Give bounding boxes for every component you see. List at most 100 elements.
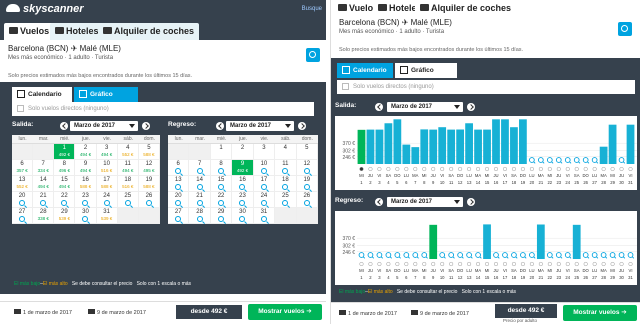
calendar-day[interactable]: 26 xyxy=(296,192,318,208)
calendar-day[interactable]: 15 494 € xyxy=(54,176,76,192)
search-price-icon[interactable] xyxy=(19,200,26,206)
calendar-day[interactable]: 14 xyxy=(189,176,211,192)
search-price-icon[interactable] xyxy=(260,184,267,190)
calendar-day[interactable]: 16 588 € xyxy=(75,176,97,192)
calendar-day[interactable]: 16 xyxy=(232,176,254,192)
search-price-icon[interactable] xyxy=(124,200,131,206)
calendar-day[interactable]: 17 588 € xyxy=(96,176,118,192)
search-price-icon[interactable] xyxy=(239,200,246,206)
prev-month-arrow-icon[interactable] xyxy=(375,103,383,111)
return-month-select[interactable]: Marzo de 2017 xyxy=(226,121,294,131)
tab-car-hire[interactable]: Alquiler de coches xyxy=(415,0,517,17)
search-price-icon[interactable] xyxy=(282,184,289,190)
calendar-day[interactable]: 12 495 € xyxy=(138,160,160,176)
direct-only-filter[interactable]: Solo vuelos directos (ninguno) xyxy=(12,102,314,116)
calendar-day[interactable]: 7 xyxy=(189,160,211,176)
search-price-icon[interactable] xyxy=(218,216,225,222)
calendar-day[interactable]: 18 516 € xyxy=(117,176,139,192)
search-price-icon[interactable] xyxy=(61,200,68,206)
search-button[interactable] xyxy=(618,22,632,36)
prev-month-arrow-icon[interactable] xyxy=(60,122,68,130)
search-price-icon[interactable] xyxy=(19,216,26,222)
outbound-month-select[interactable]: Marzo de 2017 xyxy=(70,121,138,131)
tab-chart[interactable]: Gráfico xyxy=(74,87,138,102)
calendar-day[interactable]: 23 xyxy=(232,192,254,208)
calendar-day[interactable]: 17 xyxy=(253,176,276,192)
calendar-day[interactable]: 20 xyxy=(168,192,190,208)
calendar-day[interactable]: 21 xyxy=(189,192,211,208)
search-price-icon[interactable] xyxy=(175,184,182,190)
tab-calendar[interactable]: Calendario xyxy=(337,63,393,78)
calendar-day[interactable]: 2 xyxy=(232,144,254,160)
show-flights-button[interactable]: Mostrar vuelos ➔ xyxy=(563,305,637,321)
search-price-icon[interactable] xyxy=(103,200,110,206)
search-price-icon[interactable] xyxy=(218,184,225,190)
calendar-day[interactable]: 4 xyxy=(275,144,297,160)
calendar-day[interactable]: 28 338 € xyxy=(33,208,55,224)
tab-hotels[interactable]: Hoteles xyxy=(50,23,104,40)
calendar-day[interactable]: 3 xyxy=(253,144,276,160)
calendar-day[interactable]: 22 xyxy=(54,192,76,208)
next-month-arrow-icon[interactable] xyxy=(467,103,475,111)
search-price-icon[interactable] xyxy=(82,216,89,222)
calendar-day[interactable]: 12 xyxy=(296,160,318,176)
calendar-day[interactable]: 21 xyxy=(33,192,55,208)
search-price-icon[interactable] xyxy=(303,168,310,174)
search-price-icon[interactable] xyxy=(196,216,203,222)
calendar-day[interactable]: 2 494 € xyxy=(75,144,97,160)
direct-only-filter[interactable]: Solo vuelos directos (ninguno) xyxy=(337,80,635,94)
calendar-day[interactable]: 23 xyxy=(75,192,97,208)
calendar-day[interactable]: 11 494 € xyxy=(117,160,139,176)
calendar-day[interactable]: 8 xyxy=(210,160,233,176)
calendar-day[interactable]: 1 492 € xyxy=(54,144,76,160)
calendar-day[interactable]: 9 492 € xyxy=(232,160,254,176)
search-price-icon[interactable] xyxy=(218,200,225,206)
direct-only-checkbox[interactable] xyxy=(17,105,24,112)
calendar-day[interactable]: 1 xyxy=(210,144,233,160)
calendar-day[interactable]: 30 xyxy=(232,208,254,224)
calendar-day[interactable]: 25 xyxy=(117,192,139,208)
prev-month-arrow-icon[interactable] xyxy=(375,198,383,206)
calendar-day[interactable]: 18 xyxy=(275,176,297,192)
search-price-icon[interactable] xyxy=(303,184,310,190)
search-price-icon[interactable] xyxy=(260,216,267,222)
calendar-day[interactable]: 31 539 € xyxy=(96,208,118,224)
search-price-icon[interactable] xyxy=(196,184,203,190)
top-link[interactable]: Busque xyxy=(302,6,322,12)
calendar-day[interactable]: 13 xyxy=(168,176,190,192)
calendar-day[interactable]: 10 xyxy=(253,160,276,176)
calendar-day[interactable]: 31 xyxy=(253,208,276,224)
prev-month-arrow-icon[interactable] xyxy=(216,122,224,130)
search-price-icon[interactable] xyxy=(175,168,182,174)
calendar-day[interactable]: 10 516 € xyxy=(96,160,118,176)
search-price-icon[interactable] xyxy=(175,200,182,206)
calendar-day[interactable]: 8 496 € xyxy=(54,160,76,176)
search-price-icon[interactable] xyxy=(145,200,152,206)
search-price-icon[interactable] xyxy=(218,168,225,174)
search-price-icon[interactable] xyxy=(260,200,267,206)
next-month-arrow-icon[interactable] xyxy=(467,198,475,206)
calendar-day[interactable]: 14 494 € xyxy=(33,176,55,192)
search-price-icon[interactable] xyxy=(196,200,203,206)
calendar-day[interactable]: 3 494 € xyxy=(96,144,118,160)
next-month-arrow-icon[interactable] xyxy=(298,122,306,130)
calendar-day[interactable]: 13 552 € xyxy=(12,176,34,192)
search-price-icon[interactable] xyxy=(40,200,47,206)
calendar-day[interactable]: 5 588 € xyxy=(138,144,160,160)
search-price-icon[interactable] xyxy=(196,168,203,174)
calendar-day[interactable]: 20 xyxy=(12,192,34,208)
show-flights-button[interactable]: Mostrar vuelos ➔ xyxy=(248,304,322,320)
calendar-day[interactable]: 24 xyxy=(253,192,276,208)
search-price-icon[interactable] xyxy=(282,168,289,174)
search-price-icon[interactable] xyxy=(239,184,246,190)
brand-logo[interactable]: skyscanner xyxy=(6,3,84,15)
calendar-day[interactable]: 5 xyxy=(296,144,318,160)
calendar-day[interactable]: 26 xyxy=(138,192,160,208)
search-price-icon[interactable] xyxy=(260,168,267,174)
calendar-day[interactable]: 28 xyxy=(189,208,211,224)
calendar-day[interactable]: 25 xyxy=(275,192,297,208)
search-price-icon[interactable] xyxy=(239,216,246,222)
calendar-day[interactable]: 19 588 € xyxy=(138,176,160,192)
tab-calendar[interactable]: Calendario xyxy=(12,87,72,102)
calendar-day[interactable]: 6 xyxy=(168,160,190,176)
